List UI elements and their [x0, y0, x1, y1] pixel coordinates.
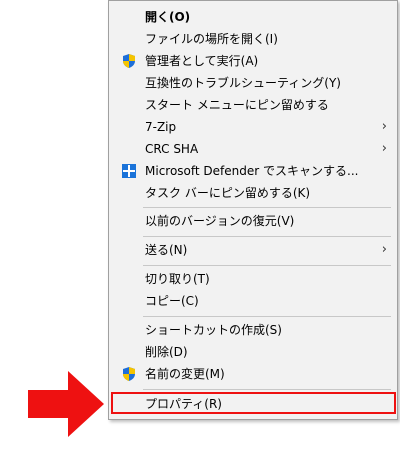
menu-item-label: 開く(O): [145, 10, 191, 24]
chevron-right-icon: ›: [381, 242, 387, 257]
menu-item-delete[interactable]: 削除(D): [109, 341, 397, 363]
menu-item-create-shortcut[interactable]: ショートカットの作成(S): [109, 319, 397, 341]
menu-item-pin-to-taskbar[interactable]: タスク バーにピン留めする(K): [109, 182, 397, 204]
menu-separator: [143, 389, 391, 390]
menu-item-copy[interactable]: コピー(C): [109, 290, 397, 312]
menu-item-crc-sha[interactable]: CRC SHA ›: [109, 138, 397, 160]
menu-item-label: Microsoft Defender でスキャンする...: [145, 164, 359, 178]
menu-item-label: ショートカットの作成(S): [145, 323, 282, 337]
menu-item-restore-previous[interactable]: 以前のバージョンの復元(V): [109, 210, 397, 232]
menu-item-label: 7-Zip: [145, 120, 177, 134]
menu-item-7zip[interactable]: 7-Zip ›: [109, 116, 397, 138]
menu-item-cut[interactable]: 切り取り(T): [109, 268, 397, 290]
menu-item-label: 切り取り(T): [145, 272, 210, 286]
chevron-right-icon: ›: [381, 141, 387, 156]
menu-item-send-to[interactable]: 送る(N) ›: [109, 239, 397, 261]
properties-highlight-box: [111, 392, 396, 414]
menu-separator: [143, 207, 391, 208]
menu-item-label: タスク バーにピン留めする(K): [145, 186, 311, 200]
menu-separator: [143, 265, 391, 266]
menu-item-defender-scan[interactable]: Microsoft Defender でスキャンする...: [109, 160, 397, 182]
menu-item-label: 管理者として実行(A): [145, 54, 259, 68]
defender-icon: [122, 164, 136, 178]
menu-item-label: 以前のバージョンの復元(V): [145, 214, 295, 228]
uac-shield-icon: [123, 367, 135, 381]
chevron-right-icon: ›: [381, 119, 387, 134]
menu-item-label: 名前の変更(M): [145, 367, 225, 381]
menu-item-label: ファイルの場所を開く(I): [145, 32, 278, 46]
menu-item-label: 削除(D): [145, 345, 188, 359]
menu-item-label: コピー(C): [145, 294, 199, 308]
menu-item-rename[interactable]: 名前の変更(M): [109, 363, 397, 385]
menu-item-label: 送る(N): [145, 243, 188, 257]
menu-item-compat-troubleshoot[interactable]: 互換性のトラブルシューティング(Y): [109, 72, 397, 94]
menu-item-label: 互換性のトラブルシューティング(Y): [145, 76, 341, 90]
red-arrow-icon: [28, 371, 104, 437]
menu-item-open[interactable]: 開く(O): [109, 6, 397, 28]
menu-item-open-file-location[interactable]: ファイルの場所を開く(I): [109, 28, 397, 50]
menu-item-run-as-admin[interactable]: 管理者として実行(A): [109, 50, 397, 72]
menu-item-label: スタート メニューにピン留めする: [145, 98, 329, 112]
menu-item-pin-to-start[interactable]: スタート メニューにピン留めする: [109, 94, 397, 116]
uac-shield-icon: [123, 54, 135, 68]
menu-item-label: CRC SHA: [145, 142, 199, 156]
menu-separator: [143, 236, 391, 237]
menu-separator: [143, 316, 391, 317]
context-menu: 開く(O) ファイルの場所を開く(I) 管理者として実行(A) 互換性のトラブル…: [108, 0, 398, 420]
